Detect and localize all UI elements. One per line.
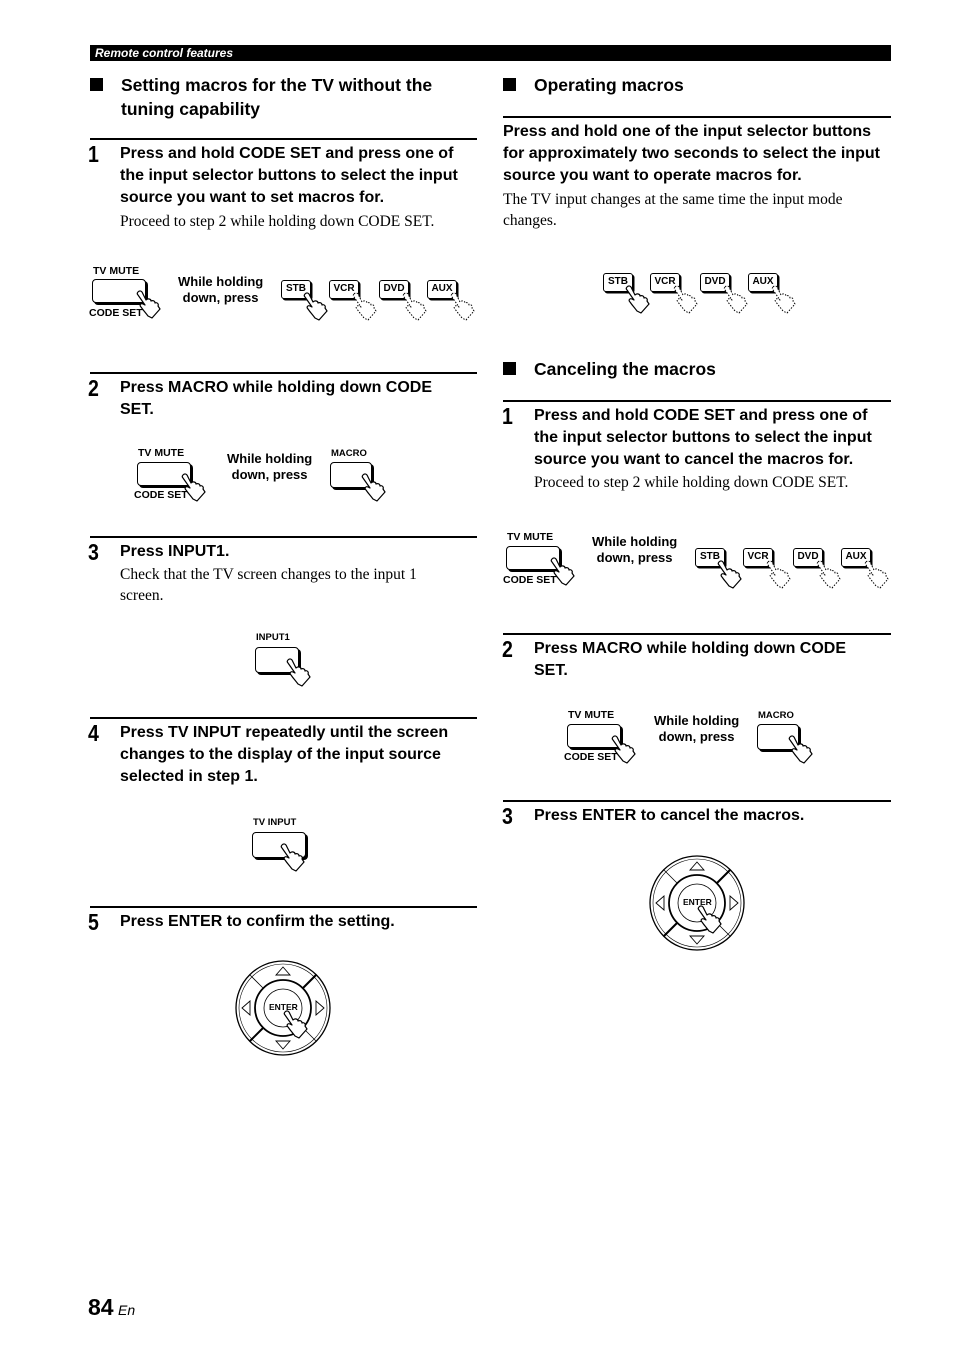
- cancel-step-2-instruction: Press MACRO while holding down CODE SET.: [534, 640, 847, 679]
- step-number: 4: [88, 720, 99, 746]
- step-number: 2: [88, 375, 99, 401]
- divider: [503, 633, 891, 635]
- hand-press-icon: [788, 735, 813, 764]
- illustration-tv-input: TV INPUT: [250, 815, 330, 880]
- while-holding-text: While holding down, press: [227, 451, 313, 482]
- section-bullet-icon: [90, 78, 103, 91]
- illustration-selectors: STB VCR DVD AUX: [600, 268, 810, 323]
- divider: [90, 138, 477, 140]
- cursor-pad-illustration: ENTER: [233, 958, 333, 1058]
- hand-press-icon: [283, 1010, 308, 1039]
- step-number: 1: [502, 403, 513, 429]
- illustration-codeset-selectors: TV MUTE CODE SET While holding down, pres…: [502, 528, 897, 590]
- step-number: 2: [502, 636, 513, 662]
- illustration-codeset-macro: TV MUTE CODE SET While holding down, pres…: [563, 707, 833, 769]
- step-number: 3: [88, 539, 99, 565]
- divider: [90, 536, 477, 538]
- divider: [90, 372, 477, 374]
- input1-label: INPUT1: [256, 632, 290, 643]
- section-title-operating-macros: Operating macros: [503, 73, 893, 99]
- divider: [503, 800, 891, 802]
- section-title-setting-macros: Setting macros for the TV without the tu…: [90, 73, 480, 123]
- section-title-line: tuning capability: [121, 99, 261, 119]
- divider: [503, 400, 891, 402]
- section-title-line: Setting macros for the TV without the: [121, 75, 433, 95]
- hand-press-icon: [286, 658, 311, 687]
- step-number: 5: [88, 909, 99, 935]
- while-holding-text: While holding down, press: [654, 713, 740, 744]
- tv-mute-label: TV MUTE: [93, 265, 140, 277]
- section-bullet-icon: [503, 78, 516, 91]
- step-number: 1: [88, 141, 99, 167]
- code-set-label: CODE SET: [503, 574, 557, 586]
- illustration-codeset-macro: TV MUTE CODE SET While holding down, pres…: [133, 445, 403, 507]
- code-set-label: CODE SET: [564, 751, 618, 763]
- section-bullet-icon: [503, 362, 516, 375]
- tv-mute-label: TV MUTE: [507, 531, 554, 543]
- divider: [90, 906, 477, 908]
- tv-mute-label: TV MUTE: [138, 447, 185, 459]
- divider: [503, 116, 891, 118]
- section-header-bar: Remote control features: [90, 45, 891, 61]
- operating-note: The TV input changes at the same time th…: [503, 191, 843, 229]
- illustration-input1: INPUT1: [253, 630, 333, 695]
- hand-dotted-icon: [673, 285, 698, 314]
- step-5-instruction: Press ENTER to confirm the setting.: [120, 913, 395, 930]
- cancel-step-1-note: Proceed to step 2 while holding down COD…: [534, 474, 849, 491]
- hand-press-icon: [280, 843, 305, 872]
- divider: [90, 717, 477, 719]
- macro-label: MACRO: [331, 448, 367, 459]
- step-1-instruction: Press and hold CODE SET and press one of…: [120, 145, 458, 206]
- while-holding-text: While holding down, press: [178, 274, 264, 305]
- hand-press-icon: [361, 473, 386, 502]
- hand-dotted-icon: [864, 560, 889, 589]
- code-set-label: CODE SET: [134, 489, 188, 501]
- illustration-codeset-selectors: TV MUTE CODE SET While holding down, pres…: [88, 262, 483, 324]
- macro-label: MACRO: [758, 710, 794, 721]
- step-number: 3: [502, 803, 513, 829]
- hand-dotted-icon: [450, 292, 475, 321]
- step-1-note: Proceed to step 2 while holding down COD…: [120, 213, 435, 230]
- cursor-pad-illustration: ENTER: [647, 853, 747, 953]
- hand-press-icon: [697, 905, 722, 934]
- step-3-instruction: Press INPUT1.: [120, 543, 230, 560]
- tv-mute-label: TV MUTE: [568, 709, 615, 721]
- while-holding-text: While holding down, press: [592, 534, 678, 565]
- page-language: En: [118, 1302, 136, 1318]
- tv-input-label: TV INPUT: [253, 817, 297, 828]
- cancel-step-1-instruction: Press and hold CODE SET and press one of…: [534, 407, 872, 468]
- page-number: 84: [88, 1294, 114, 1320]
- hand-dotted-icon: [771, 285, 796, 314]
- step-2-instruction: Press MACRO while holding down CODE SET.: [120, 379, 433, 418]
- section-title-canceling-macros: Canceling the macros: [503, 357, 893, 383]
- page-footer: 84 En: [88, 1294, 135, 1321]
- section-header-label: Remote control features: [95, 46, 234, 60]
- operating-instruction: Press and hold one of the input selector…: [503, 123, 880, 184]
- code-set-label: CODE SET: [89, 307, 143, 319]
- hand-dotted-icon: [352, 292, 377, 321]
- step-4-instruction: Press TV INPUT repeatedly until the scre…: [120, 724, 449, 785]
- step-3-note: Check that the TV screen changes to the …: [120, 566, 417, 604]
- hand-dotted-icon: [766, 560, 791, 589]
- cancel-step-3-instruction: Press ENTER to cancel the macros.: [534, 807, 805, 824]
